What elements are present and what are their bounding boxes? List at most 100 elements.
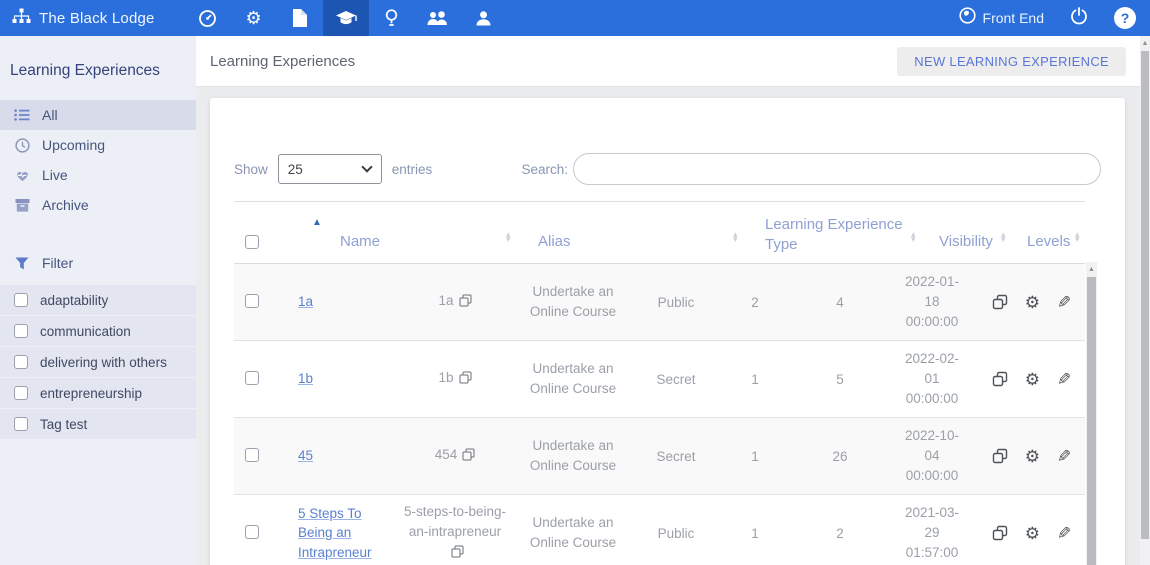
copy-alias-icon[interactable] xyxy=(459,371,472,387)
learning-experience-link[interactable]: 1a xyxy=(298,294,313,309)
edit-pencil-icon[interactable]: ✎ xyxy=(1057,447,1071,466)
filter-checkbox[interactable] xyxy=(14,417,28,431)
sitemap-icon xyxy=(12,8,31,29)
sidebar-item-all[interactable]: All xyxy=(0,100,196,130)
num-value: 2 xyxy=(836,525,844,541)
num-value: 1 xyxy=(751,448,759,464)
page-size-select-wrap: 25 xyxy=(277,154,382,184)
table-header-row: ▲ Name ▴ ▾ Alias ▴ ▾ Learning Experience T… xyxy=(234,202,1085,264)
show-label: Show xyxy=(234,161,268,177)
duplicate-icon[interactable] xyxy=(992,294,1008,310)
gear-icon[interactable]: ⚙ xyxy=(1025,371,1040,388)
entries-label: entries xyxy=(391,161,433,177)
num-value: 2 xyxy=(751,294,759,310)
column-header-visibility[interactable]: Visibility xyxy=(939,233,993,250)
document-icon[interactable] xyxy=(277,0,323,36)
search-input[interactable] xyxy=(573,153,1101,185)
sidebar-item-archive[interactable]: Archive xyxy=(0,190,196,220)
sort-ascending-icon[interactable]: ▲ xyxy=(312,217,322,228)
learning-graduation-cap-icon[interactable] xyxy=(322,0,369,36)
page-title: Learning Experiences xyxy=(210,52,356,70)
front-end-link[interactable]: Front End xyxy=(958,7,1044,29)
filter-option-communication[interactable]: communication xyxy=(0,315,196,346)
alias-text: 1a xyxy=(438,292,454,308)
filter-option-entrepreneurship[interactable]: entrepreneurship xyxy=(0,377,196,408)
table-row: 1a 1a Undertake an Online Course Public … xyxy=(234,264,1085,341)
table-scrollbar-thumb[interactable] xyxy=(1087,277,1096,565)
edit-pencil-icon[interactable]: ✎ xyxy=(1057,524,1071,543)
sidebar-item-upcoming[interactable]: Upcoming xyxy=(0,130,196,160)
table-row: 5 Steps To Being an Intrapreneur 5-steps… xyxy=(234,495,1085,565)
edit-pencil-icon[interactable]: ✎ xyxy=(1057,293,1071,312)
num-value: 1 xyxy=(751,525,759,541)
row-checkbox[interactable] xyxy=(245,447,259,462)
sort-icons: ▴ ▾ xyxy=(733,228,738,245)
copy-alias-icon[interactable] xyxy=(462,448,475,464)
power-icon[interactable] xyxy=(1070,6,1088,30)
num-value: 26 xyxy=(832,448,848,464)
table-controls: Show 25 entries Search: xyxy=(210,98,1125,185)
alias-text: 1b xyxy=(438,369,454,385)
sidebar-item-label: Archive xyxy=(42,197,89,213)
row-checkbox[interactable] xyxy=(245,524,259,539)
learning-experience-link[interactable]: 1b xyxy=(298,371,313,386)
learning-experience-link[interactable]: 45 xyxy=(298,448,313,463)
date-text: 2021-03-29 01:57:00 xyxy=(904,504,960,561)
row-checkbox[interactable] xyxy=(245,370,259,385)
help-icon[interactable]: ? xyxy=(1114,7,1136,29)
filter-option-label: communication xyxy=(40,323,131,339)
users-group-icon[interactable] xyxy=(415,0,461,36)
gear-icon[interactable]: ⚙ xyxy=(1025,294,1040,311)
select-all-checkbox[interactable] xyxy=(245,235,259,249)
navbar-right: Front End ? xyxy=(958,6,1150,30)
page-size-select[interactable]: 25 xyxy=(277,154,382,184)
duplicate-icon[interactable] xyxy=(992,371,1008,387)
copy-alias-icon[interactable] xyxy=(451,545,464,561)
visibility-text: Secret xyxy=(656,371,696,387)
visibility-text: Public xyxy=(657,294,695,310)
filter-option-delivering-with-others[interactable]: delivering with others xyxy=(0,346,196,377)
visibility-text: Public xyxy=(657,525,695,541)
copy-alias-icon[interactable] xyxy=(459,294,472,310)
filter-label: Filter xyxy=(42,255,74,271)
table-scrollbar[interactable]: ▲ xyxy=(1086,262,1097,565)
column-header-name[interactable]: Name xyxy=(340,233,380,250)
date-text: 2022-02-01 00:00:00 xyxy=(904,350,960,407)
sidebar-item-label: Upcoming xyxy=(42,137,106,153)
filter-checkbox[interactable] xyxy=(14,386,28,400)
duplicate-icon[interactable] xyxy=(992,525,1008,541)
filter-funnel-icon xyxy=(13,257,31,270)
column-header-levels[interactable]: Levels xyxy=(1027,233,1070,250)
filter-option-tag-test[interactable]: Tag test xyxy=(0,408,196,439)
duplicate-icon[interactable] xyxy=(992,448,1008,464)
edit-pencil-icon[interactable]: ✎ xyxy=(1057,370,1071,389)
filter-checkbox[interactable] xyxy=(14,324,28,338)
filter-option-label: Tag test xyxy=(40,416,88,432)
dashboard-icon[interactable] xyxy=(185,0,231,36)
column-header-alias[interactable]: Alias xyxy=(538,233,571,250)
scroll-up-icon[interactable]: ▲ xyxy=(1140,36,1150,47)
visibility-text: Secret xyxy=(656,448,696,464)
filter-option-label: delivering with others xyxy=(40,354,167,370)
filter-checkbox[interactable] xyxy=(14,355,28,369)
learning-experience-link[interactable]: 5 Steps To Being an Intrapreneur xyxy=(298,506,372,560)
gear-icon[interactable]: ⚙ xyxy=(1025,525,1040,542)
window-scrollbar[interactable]: ▲ xyxy=(1140,36,1150,565)
filter-option-label: entrepreneurship xyxy=(40,385,143,401)
sort-icons: ▴ ▾ xyxy=(1075,228,1080,245)
scroll-up-icon[interactable]: ▲ xyxy=(1086,262,1097,273)
brand[interactable]: The Black Lodge xyxy=(0,8,169,29)
window-scrollbar-thumb[interactable] xyxy=(1141,51,1149,539)
sort-icons: ▴ ▾ xyxy=(506,228,511,245)
gear-icon[interactable]: ⚙ xyxy=(1025,448,1040,465)
filter-checkbox[interactable] xyxy=(14,293,28,307)
row-checkbox[interactable] xyxy=(245,293,259,308)
filter-option-adaptability[interactable]: adaptability xyxy=(0,284,196,315)
user-icon[interactable] xyxy=(461,0,507,36)
sidebar-item-live[interactable]: Live xyxy=(0,160,196,190)
lightbulb-icon[interactable] xyxy=(369,0,415,36)
column-header-type[interactable]: Learning Experience Type xyxy=(765,215,905,256)
new-learning-experience-button[interactable]: NEW LEARNING EXPERIENCE xyxy=(897,47,1126,76)
settings-gear-icon[interactable]: ⚙ xyxy=(231,0,277,36)
learning-experiences-table: ▲ Name ▴ ▾ Alias ▴ ▾ Learning Experience T… xyxy=(234,201,1085,565)
